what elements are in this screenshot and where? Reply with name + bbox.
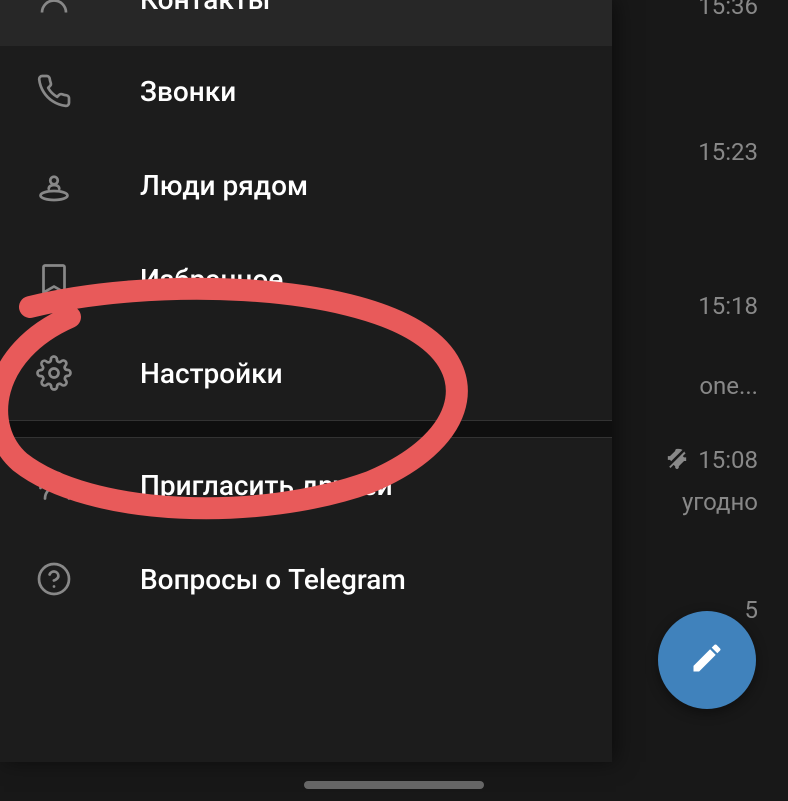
navigation-drawer: Контакты Звонки Люди рядом Избранное Нас… [0,0,612,762]
add-user-icon [36,467,72,503]
menu-label: Избранное [140,263,283,296]
home-indicator[interactable] [304,781,484,789]
chat-time: 15:36 [698,0,758,20]
menu-item-settings[interactable]: Настройки [0,326,612,420]
menu-label: Люди рядом [140,169,308,202]
phone-icon [36,73,72,109]
menu-item-contacts[interactable]: Контакты [0,0,612,46]
chat-time: 15:08 [698,446,758,474]
menu-item-calls[interactable]: Звонки [0,44,612,138]
menu-label: Пригласить друзей [140,469,393,502]
menu-label: Звонки [140,75,236,108]
people-nearby-icon [36,167,72,203]
menu-item-invite-friends[interactable]: Пригласить друзей [0,438,612,532]
menu-item-people-nearby[interactable]: Люди рядом [0,138,612,232]
chat-list-snippet: one... [699,372,758,400]
chat-list-item[interactable]: 5 [745,596,759,624]
help-icon [36,561,72,597]
chat-list-item[interactable]: 15:36 [698,0,758,20]
chat-time: 15:23 [698,138,758,166]
pencil-icon [689,640,725,680]
chat-list-item[interactable]: 15:08 [666,446,758,474]
mute-icon [666,447,688,474]
chat-time: 15:18 [698,292,758,320]
chat-list-snippet: угодно [682,488,758,516]
menu-label: Настройки [140,357,283,390]
bookmark-icon [36,261,72,297]
user-icon [36,0,72,17]
chat-list-item[interactable]: 15:18 [698,292,758,320]
menu-item-saved[interactable]: Избранное [0,232,612,326]
chat-list-item[interactable]: 15:23 [698,138,758,166]
menu-item-faq[interactable]: Вопросы о Telegram [0,532,612,626]
menu-label: Контакты [140,0,270,16]
menu-label: Вопросы о Telegram [140,563,406,596]
gear-icon [36,355,72,391]
menu-divider [0,420,612,438]
chat-time: 5 [745,596,759,624]
compose-fab[interactable] [658,611,756,709]
